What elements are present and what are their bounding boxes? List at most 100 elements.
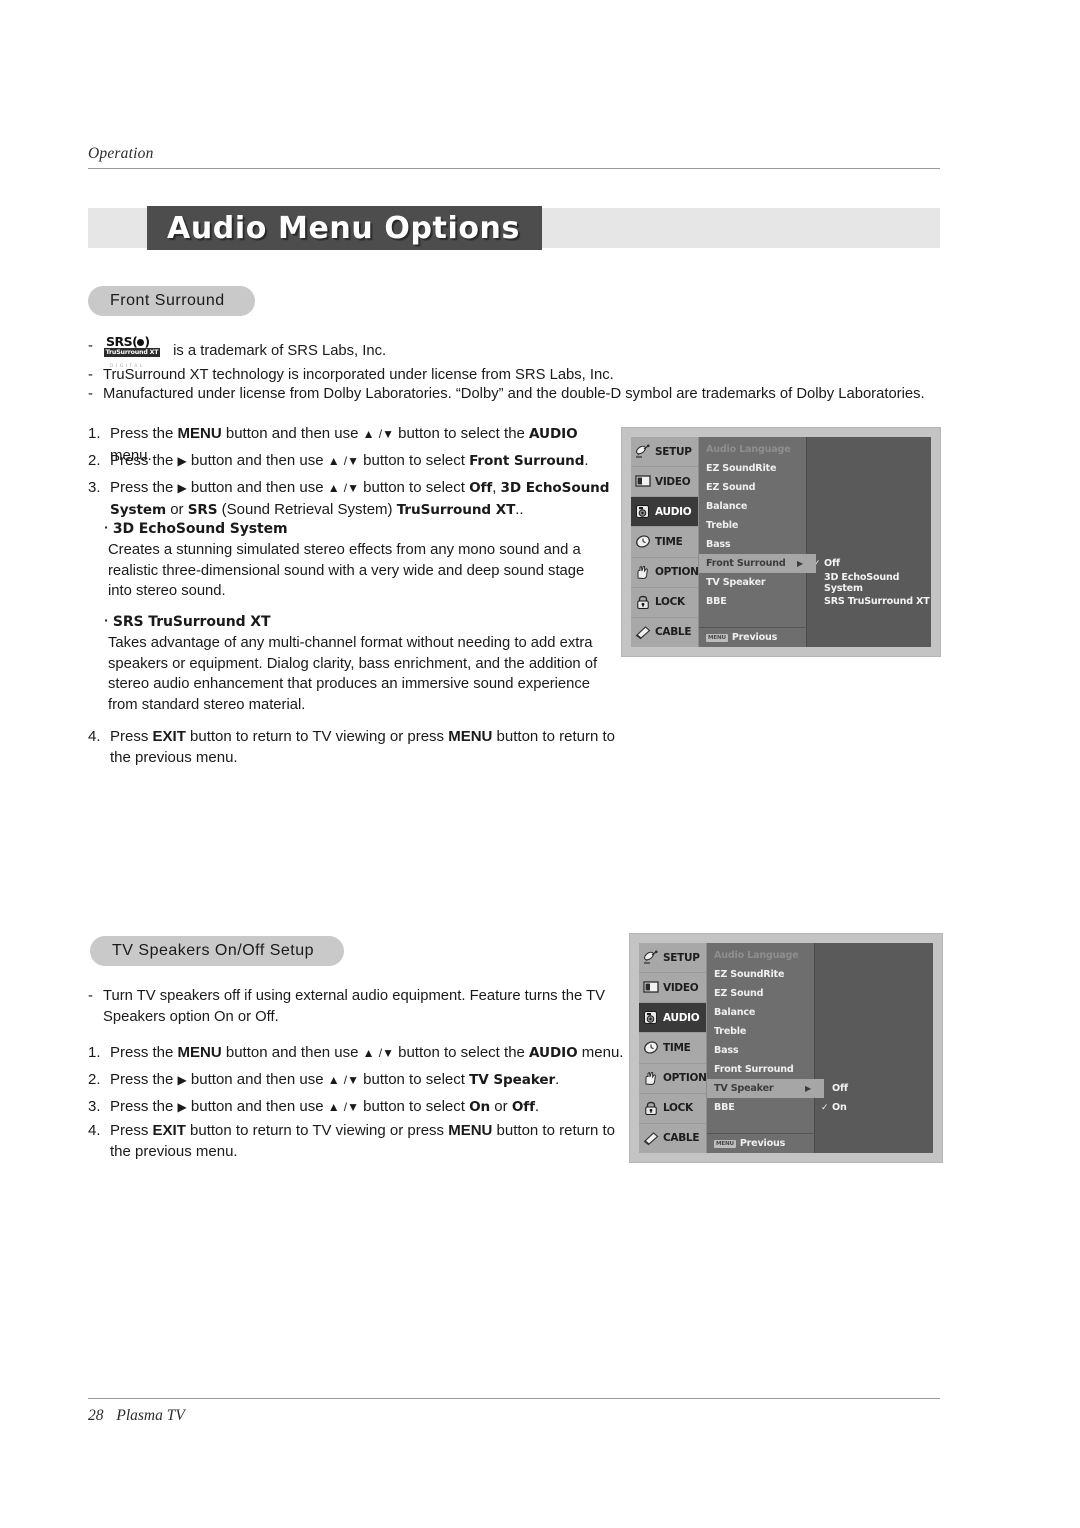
osd-option-srs-trusurround-xt[interactable]: SRS TruSurround XT: [807, 592, 931, 611]
osd-sidebar-item-lock[interactable]: LOCK: [639, 1094, 706, 1124]
trademark-line-dolby: - Manufactured under license from Dolby …: [88, 384, 944, 405]
step-number: 3.: [88, 479, 101, 496]
section-heading-label: Front Surround: [110, 292, 225, 309]
trademark-text: SRS() TruSurround XT DIGITAL is a tradem…: [103, 335, 628, 369]
clock-icon: [643, 1040, 659, 1055]
checkmark-icon: ✓: [821, 1102, 829, 1113]
section-heading-tv-speakers: TV Speakers On/Off Setup: [90, 936, 345, 966]
osd-menu-item-tv-speaker[interactable]: TV Speaker ▶: [707, 1079, 824, 1098]
osd-option-3d-echosound-system[interactable]: 3D EchoSound System: [807, 571, 931, 594]
osd-menu-item-treble[interactable]: Treble: [707, 1022, 814, 1041]
osd-sidebar-item-video[interactable]: VIDEO: [639, 973, 706, 1004]
osd-sidebar-item-option[interactable]: OPTION: [631, 558, 699, 588]
step-text: Press the MENU button and then use ▲ /▼ …: [110, 1044, 624, 1061]
osd-sidebar-item-setup[interactable]: SETUP: [631, 437, 698, 468]
osd-option-off[interactable]: Off: [815, 1079, 933, 1098]
trademark-sentence: Manufactured under license from Dolby La…: [103, 386, 925, 402]
osd-menu-item-front-surround[interactable]: Front Surround ▶: [699, 554, 816, 573]
osd-sidebar-label: LOCK: [655, 596, 685, 609]
osd-previous-row[interactable]: MENU Previous: [699, 627, 806, 647]
step-text: Press the ▶ button and then use ▲ /▼ but…: [110, 479, 610, 518]
osd-menu-item-tv-speaker[interactable]: TV Speaker: [699, 573, 806, 592]
osd-screenshot-tv-speaker: SETUP VIDEO AUDIO TIME OPTION LOCK CABLE…: [630, 934, 942, 1162]
step-number: 3.: [88, 1098, 101, 1115]
osd-sidebar-label: AUDIO: [663, 1011, 700, 1024]
osd-sidebar-item-audio[interactable]: AUDIO: [631, 497, 698, 528]
osd-menu-item-balance[interactable]: Balance: [699, 497, 806, 516]
step-text: Press EXIT button to return to TV viewin…: [110, 728, 615, 766]
section-heading-label: TV Speakers On/Off Setup: [112, 942, 315, 959]
menu-button-badge: MENU: [714, 1139, 736, 1148]
osd-option-on[interactable]: ✓ On: [815, 1098, 933, 1117]
speaker-icon: [643, 1010, 659, 1025]
osd-menu-item-bass[interactable]: Bass: [699, 535, 806, 554]
osd-menu-item-audio-language[interactable]: Audio Language: [699, 440, 806, 459]
hand-icon: [643, 1071, 659, 1086]
definition-term-3d-echosound: · 3D EchoSound System: [104, 521, 288, 537]
step-number: 4.: [88, 728, 101, 745]
osd-sidebar-label: CABLE: [655, 626, 692, 639]
tv-speakers-note: - Turn TV speakers off if using external…: [88, 986, 618, 1027]
osd-sidebar-label: CABLE: [663, 1132, 700, 1145]
note-text: Turn TV speakers off if using external a…: [103, 988, 606, 1025]
osd-sidebar-item-cable[interactable]: CABLE: [639, 1124, 706, 1153]
monitor-icon: [635, 474, 651, 489]
cable-card-icon: [635, 625, 651, 640]
osd-options-panel: ✓ Off 3D EchoSound System SRS TruSurroun…: [807, 437, 931, 647]
step-2: 2. Press the ▶ button and then use ▲ /▼ …: [88, 450, 618, 472]
osd-sidebar-item-lock[interactable]: LOCK: [631, 588, 698, 618]
definition-term: 3D EchoSound System: [112, 521, 288, 537]
running-head: Operation: [88, 145, 154, 162]
osd-sidebar-label: SETUP: [663, 951, 700, 964]
step-text: Press the ▶ button and then use ▲ /▼ but…: [110, 1098, 540, 1115]
osd-sidebar-item-audio[interactable]: AUDIO: [639, 1003, 706, 1034]
osd-menu-item-ez-sound[interactable]: EZ Sound: [707, 984, 814, 1003]
osd-previous-row[interactable]: MENU Previous: [707, 1133, 814, 1153]
hand-icon: [635, 565, 651, 580]
padlock-icon: [643, 1101, 659, 1116]
osd-sidebar-label: OPTION: [655, 566, 699, 579]
step-4: 4. Press EXIT button to return to TV vie…: [88, 1120, 628, 1162]
osd-menu-item-bbe[interactable]: BBE: [699, 592, 806, 611]
osd-sidebar-label: VIDEO: [663, 981, 699, 994]
osd-menu-item-treble[interactable]: Treble: [699, 516, 806, 535]
osd-sidebar-item-option[interactable]: OPTION: [639, 1064, 707, 1094]
osd-sidebar-item-cable[interactable]: CABLE: [631, 618, 698, 647]
osd-menu-item-ez-soundrite[interactable]: EZ SoundRite: [699, 459, 806, 478]
osd-option-label: 3D EchoSound System: [824, 571, 900, 594]
osd-menu-item-bass[interactable]: Bass: [707, 1041, 814, 1060]
page-title: Audio Menu Options: [147, 206, 542, 250]
srs-trusurround-badge: TruSurround XT: [104, 348, 160, 357]
osd-sidebar: SETUP VIDEO AUDIO TIME OPTION LOCK CABLE: [639, 943, 707, 1153]
chevron-right-icon: ▶: [805, 1084, 811, 1093]
osd-menu-item-audio-language[interactable]: Audio Language: [707, 946, 814, 965]
clock-icon: [635, 534, 651, 549]
osd-option-off[interactable]: ✓ Off: [807, 554, 931, 573]
definition-body-srs-trusurround: Takes advantage of any multi-channel for…: [108, 635, 598, 713]
step-number: 2.: [88, 1071, 101, 1088]
osd-sidebar-item-time[interactable]: TIME: [631, 527, 698, 558]
trademark-line-srs: - SRS() TruSurround XT DIGITAL is a trad…: [88, 335, 628, 369]
osd-menu-item-bbe[interactable]: BBE: [707, 1098, 814, 1117]
osd-menu-item-ez-sound[interactable]: EZ Sound: [699, 478, 806, 497]
osd-menu-item-balance[interactable]: Balance: [707, 1003, 814, 1022]
osd-sidebar-item-video[interactable]: VIDEO: [631, 467, 698, 498]
osd-option-label: Off: [824, 558, 840, 569]
step-text: Press the ▶ button and then use ▲ /▼ but…: [110, 452, 589, 469]
footer-divider: [88, 1398, 940, 1399]
osd-menu-item-label: TV Speaker: [714, 1083, 774, 1094]
osd-sidebar-item-setup[interactable]: SETUP: [639, 943, 706, 974]
osd-menu-list: Audio Language EZ SoundRite EZ Sound Bal…: [707, 943, 824, 1153]
list-dash: -: [88, 367, 93, 383]
osd-sidebar-label: LOCK: [663, 1102, 693, 1115]
osd-menu-item-front-surround[interactable]: Front Surround: [707, 1060, 814, 1079]
step-text: Press the ▶ button and then use ▲ /▼ but…: [110, 1071, 560, 1088]
menu-button-badge: MENU: [706, 633, 728, 642]
osd-sidebar: SETUP VIDEO AUDIO TIME OPTION LOCK CABLE: [631, 437, 699, 647]
bullet-dot-icon: ·: [104, 521, 109, 534]
step-number: 4.: [88, 1122, 101, 1139]
osd-previous-label: Previous: [739, 1138, 786, 1149]
osd-options-panel: Off ✓ On: [815, 943, 933, 1153]
osd-sidebar-item-time[interactable]: TIME: [639, 1033, 706, 1064]
osd-menu-item-ez-soundrite[interactable]: EZ SoundRite: [707, 965, 814, 984]
